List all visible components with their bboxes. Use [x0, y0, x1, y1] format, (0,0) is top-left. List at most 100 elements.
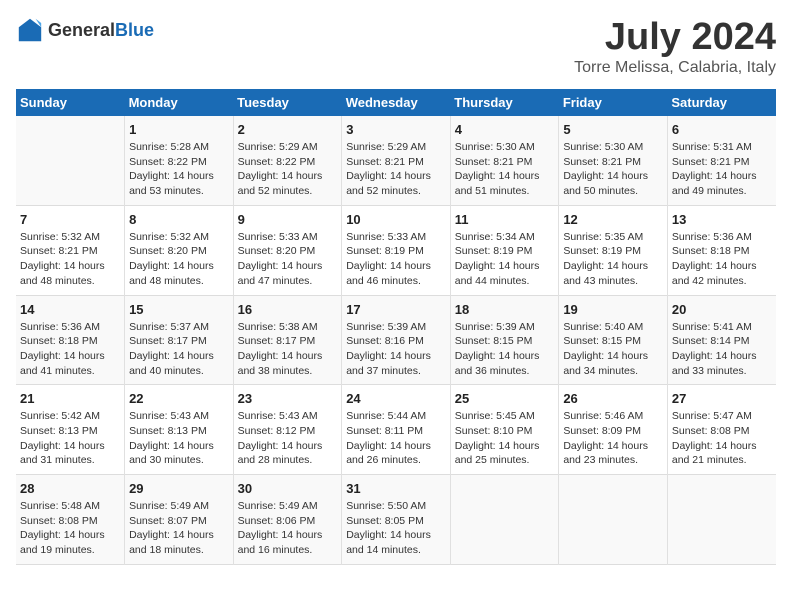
calendar-cell: 17Sunrise: 5:39 AM Sunset: 8:16 PM Dayli…: [342, 295, 451, 385]
subtitle: Torre Melissa, Calabria, Italy: [574, 59, 776, 77]
day-info: Sunrise: 5:48 AM Sunset: 8:08 PM Dayligh…: [20, 499, 120, 558]
calendar-cell: 25 Sunrise: 5:45 AM Sunset: 8:10 PM Dayli…: [450, 385, 559, 475]
calendar-week-row: 28 Sunrise: 5:48 AM Sunset: 8:08 PM Dayli…: [16, 475, 776, 565]
calendar-week-row: 1 Sunrise: 5:28 AM Sunset: 8:22 PM Daylig…: [16, 116, 776, 205]
weekday-header-row: SundayMondayTuesdayWednesdayThursdayFrid…: [16, 89, 776, 116]
day-info: Sunrise: 5:45 AM Sunset: 8:10 PM Dayligh…: [455, 409, 555, 468]
day-number: 9: [238, 212, 338, 227]
calendar-cell: [667, 475, 776, 565]
calendar-week-row: 21 Sunrise: 5:42 AM Sunset: 8:13 PM Dayli…: [16, 385, 776, 475]
day-number: 26: [563, 391, 663, 406]
day-number: 18: [455, 302, 555, 317]
day-number: 31: [346, 481, 446, 496]
calendar-cell: 2 Sunrise: 5:29 AM Sunset: 8:22 PM Daylig…: [233, 116, 342, 205]
calendar-cell: 27 Sunrise: 5:47 AM Sunset: 8:08 PM Dayli…: [667, 385, 776, 475]
day-number: 4: [455, 122, 555, 137]
calendar-cell: [559, 475, 668, 565]
calendar-cell: [450, 475, 559, 565]
calendar-cell: 26 Sunrise: 5:46 AM Sunset: 8:09 PM Dayli…: [559, 385, 668, 475]
day-number: 27: [672, 391, 772, 406]
day-info: Sunrise: 5:49 AM Sunset: 8:07 PM Dayligh…: [129, 499, 229, 558]
day-info: Sunrise: 5:30 AM Sunset: 8:21 PM Dayligh…: [563, 140, 663, 199]
day-number: 10: [346, 212, 446, 227]
calendar-table: SundayMondayTuesdayWednesdayThursdayFrid…: [16, 89, 776, 565]
day-number: 21: [20, 391, 120, 406]
calendar-cell: 29 Sunrise: 5:49 AM Sunset: 8:07 PM Dayli…: [125, 475, 234, 565]
day-info: Sunrise: 5:50 AM Sunset: 8:05 PM Dayligh…: [346, 499, 446, 558]
day-number: 24: [346, 391, 446, 406]
day-number: 14: [20, 302, 120, 317]
day-number: 6: [672, 122, 772, 137]
calendar-cell: 10 Sunrise: 5:33 AM Sunset: 8:19 PM Dayli…: [342, 205, 451, 295]
calendar-cell: 18 Sunrise: 5:39 AM Sunset: 8:15 PM Dayli…: [450, 295, 559, 385]
weekday-header: Thursday: [450, 89, 559, 116]
calendar-cell: 16 Sunrise: 5:38 AM Sunset: 8:17 PM Dayli…: [233, 295, 342, 385]
calendar-cell: 12 Sunrise: 5:35 AM Sunset: 8:19 PM Dayli…: [559, 205, 668, 295]
calendar-cell: 24 Sunrise: 5:44 AM Sunset: 8:11 PM Dayli…: [342, 385, 451, 475]
title-area: July 2024 Torre Melissa, Calabria, Italy: [574, 16, 776, 77]
calendar-cell: 11Sunrise: 5:34 AM Sunset: 8:19 PM Dayli…: [450, 205, 559, 295]
day-number: 20: [672, 302, 772, 317]
weekday-header: Sunday: [16, 89, 125, 116]
calendar-cell: 20 Sunrise: 5:41 AM Sunset: 8:14 PM Dayli…: [667, 295, 776, 385]
day-number: 12: [563, 212, 663, 227]
day-info: Sunrise: 5:44 AM Sunset: 8:11 PM Dayligh…: [346, 409, 446, 468]
day-number: 19: [563, 302, 663, 317]
day-info: Sunrise: 5:35 AM Sunset: 8:19 PM Dayligh…: [563, 230, 663, 289]
main-title: July 2024: [574, 16, 776, 59]
calendar-cell: 5Sunrise: 5:30 AM Sunset: 8:21 PM Daylig…: [559, 116, 668, 205]
logo-text-blue: Blue: [115, 20, 154, 40]
calendar-cell: 3Sunrise: 5:29 AM Sunset: 8:21 PM Daylig…: [342, 116, 451, 205]
calendar-cell: 14 Sunrise: 5:36 AM Sunset: 8:18 PM Dayli…: [16, 295, 125, 385]
day-info: Sunrise: 5:40 AM Sunset: 8:15 PM Dayligh…: [563, 320, 663, 379]
calendar-cell: 19 Sunrise: 5:40 AM Sunset: 8:15 PM Dayli…: [559, 295, 668, 385]
logo-icon: [16, 16, 44, 44]
calendar-cell: 6Sunrise: 5:31 AM Sunset: 8:21 PM Daylig…: [667, 116, 776, 205]
day-number: 28: [20, 481, 120, 496]
day-info: Sunrise: 5:29 AM Sunset: 8:22 PM Dayligh…: [238, 140, 338, 199]
day-info: Sunrise: 5:37 AM Sunset: 8:17 PM Dayligh…: [129, 320, 229, 379]
day-number: 30: [238, 481, 338, 496]
day-info: Sunrise: 5:33 AM Sunset: 8:19 PM Dayligh…: [346, 230, 446, 289]
day-number: 16: [238, 302, 338, 317]
day-number: 7: [20, 212, 120, 227]
day-info: Sunrise: 5:33 AM Sunset: 8:20 PM Dayligh…: [238, 230, 338, 289]
day-number: 8: [129, 212, 229, 227]
day-number: 15: [129, 302, 229, 317]
day-number: 1: [129, 122, 229, 137]
calendar-cell: 15 Sunrise: 5:37 AM Sunset: 8:17 PM Dayli…: [125, 295, 234, 385]
day-number: 25: [455, 391, 555, 406]
day-info: Sunrise: 5:29 AM Sunset: 8:21 PM Dayligh…: [346, 140, 446, 199]
logo-text-general: General: [48, 20, 115, 40]
calendar-cell: 9 Sunrise: 5:33 AM Sunset: 8:20 PM Daylig…: [233, 205, 342, 295]
day-info: Sunrise: 5:36 AM Sunset: 8:18 PM Dayligh…: [672, 230, 772, 289]
day-info: Sunrise: 5:39 AM Sunset: 8:15 PM Dayligh…: [455, 320, 555, 379]
day-number: 29: [129, 481, 229, 496]
day-number: 2: [238, 122, 338, 137]
day-info: Sunrise: 5:46 AM Sunset: 8:09 PM Dayligh…: [563, 409, 663, 468]
day-info: Sunrise: 5:38 AM Sunset: 8:17 PM Dayligh…: [238, 320, 338, 379]
page-header: GeneralBlue July 2024 Torre Melissa, Cal…: [16, 16, 776, 77]
day-info: Sunrise: 5:43 AM Sunset: 8:13 PM Dayligh…: [129, 409, 229, 468]
calendar-week-row: 14 Sunrise: 5:36 AM Sunset: 8:18 PM Dayli…: [16, 295, 776, 385]
day-info: Sunrise: 5:28 AM Sunset: 8:22 PM Dayligh…: [129, 140, 229, 199]
day-info: Sunrise: 5:41 AM Sunset: 8:14 PM Dayligh…: [672, 320, 772, 379]
day-info: Sunrise: 5:32 AM Sunset: 8:21 PM Dayligh…: [20, 230, 120, 289]
weekday-header: Tuesday: [233, 89, 342, 116]
day-number: 13: [672, 212, 772, 227]
calendar-cell: 7 Sunrise: 5:32 AM Sunset: 8:21 PM Daylig…: [16, 205, 125, 295]
day-info: Sunrise: 5:42 AM Sunset: 8:13 PM Dayligh…: [20, 409, 120, 468]
weekday-header: Saturday: [667, 89, 776, 116]
calendar-cell: 23Sunrise: 5:43 AM Sunset: 8:12 PM Dayli…: [233, 385, 342, 475]
day-info: Sunrise: 5:47 AM Sunset: 8:08 PM Dayligh…: [672, 409, 772, 468]
day-info: Sunrise: 5:36 AM Sunset: 8:18 PM Dayligh…: [20, 320, 120, 379]
day-number: 17: [346, 302, 446, 317]
day-info: Sunrise: 5:30 AM Sunset: 8:21 PM Dayligh…: [455, 140, 555, 199]
weekday-header: Friday: [559, 89, 668, 116]
day-info: Sunrise: 5:34 AM Sunset: 8:19 PM Dayligh…: [455, 230, 555, 289]
calendar-cell: [16, 116, 125, 205]
calendar-cell: 21 Sunrise: 5:42 AM Sunset: 8:13 PM Dayli…: [16, 385, 125, 475]
day-number: 23: [238, 391, 338, 406]
logo: GeneralBlue: [16, 16, 154, 44]
day-info: Sunrise: 5:32 AM Sunset: 8:20 PM Dayligh…: [129, 230, 229, 289]
